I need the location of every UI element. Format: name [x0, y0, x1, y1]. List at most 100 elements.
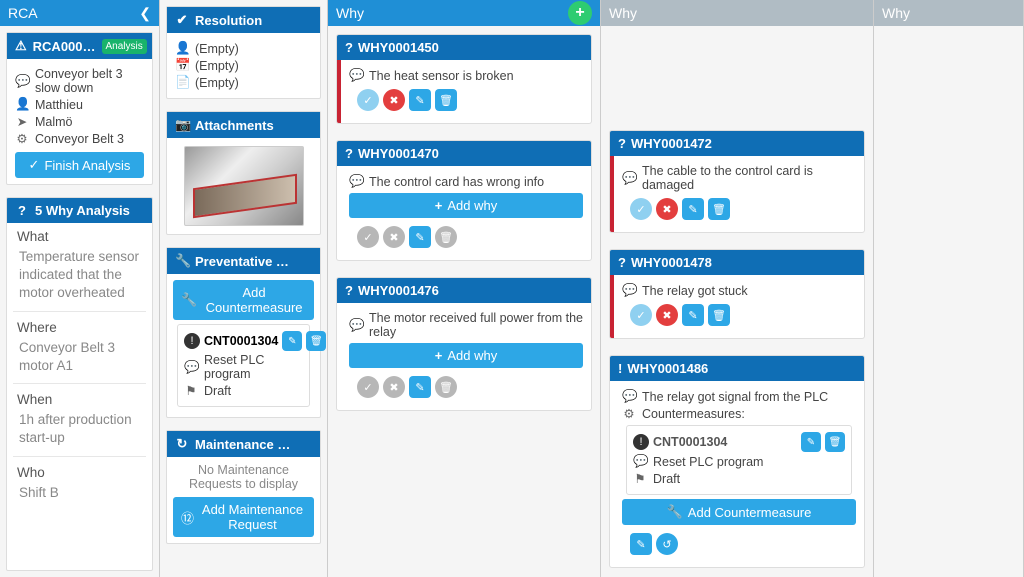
- revert-button[interactable]: ↺: [656, 533, 678, 555]
- reject-button[interactable]: ✖: [383, 89, 405, 111]
- add-countermeasure-button[interactable]: 🔧 Add Countermeasure: [173, 280, 314, 320]
- add-countermeasure-inline-button[interactable]: 🔧Add Countermeasure: [622, 499, 856, 525]
- finish-analysis-button[interactable]: ✓ Finish Analysis: [15, 152, 144, 178]
- what-label: What: [7, 223, 152, 246]
- why-card: ?WHY0001472 💬The cable to the control ca…: [609, 130, 865, 233]
- calendar-icon: 📅: [175, 58, 189, 73]
- check-icon: ✓: [29, 157, 40, 173]
- attachments-panel: 📷Attachments: [166, 111, 321, 235]
- edit-button[interactable]: ✎: [409, 376, 431, 398]
- comment-icon: 💬: [622, 171, 636, 186]
- when-text: 1h after production start-up: [7, 409, 152, 453]
- rca-header: RCA ❮: [0, 0, 159, 26]
- comment-icon: 💬: [622, 283, 636, 298]
- edit-button[interactable]: ✎: [409, 226, 431, 248]
- user-icon: 👤: [15, 97, 29, 112]
- five-why-body: What Temperature sensor indicated that t…: [7, 223, 152, 508]
- rca-id: RCA000…: [33, 39, 96, 54]
- rca-card-head: ⚠ RCA000… Analysis: [7, 33, 152, 59]
- wrench-icon: 🔧: [181, 292, 197, 308]
- reject-button[interactable]: ✖: [656, 304, 678, 326]
- countermeasure-card: ! CNT0001304 ✎ 🗑 💬Reset PLC program ⚑Dra…: [626, 425, 852, 495]
- flag-icon: ⚑: [184, 383, 198, 398]
- alert-icon: !: [633, 434, 649, 450]
- edit-button[interactable]: ✎: [682, 304, 704, 326]
- gear-icon: ⚙: [622, 406, 636, 421]
- what-text: Temperature sensor indicated that the mo…: [7, 246, 152, 309]
- wrench-icon: 🔧: [175, 253, 189, 269]
- gear-icon: ⚙: [15, 131, 29, 146]
- cm-id: CNT0001304: [204, 334, 278, 348]
- attachment-thumbnail[interactable]: [184, 146, 304, 226]
- image-icon: 📷: [175, 117, 189, 133]
- why-header-2: Why: [601, 0, 873, 26]
- comment-icon: 💬: [349, 174, 363, 189]
- why-card: ?WHY0001470 💬The control card has wrong …: [336, 140, 592, 261]
- where-label: Where: [7, 314, 152, 337]
- approve-button[interactable]: ✓: [630, 304, 652, 326]
- preventative-panel: 🔧Preventative … 🔧 Add Countermeasure ! C…: [166, 247, 321, 418]
- when-label: When: [7, 386, 152, 409]
- add-why-inline-button[interactable]: + Add why: [349, 193, 583, 218]
- why-header-1: Why +: [328, 0, 600, 26]
- edit-cm-button[interactable]: ✎: [282, 331, 302, 351]
- delete-button[interactable]: 🗑: [435, 226, 457, 248]
- delete-button[interactable]: 🗑: [435, 376, 457, 398]
- why-card-root: !WHY0001486 💬The relay got signal from t…: [609, 355, 865, 568]
- comment-icon: 💬: [349, 318, 363, 333]
- edit-cm-button[interactable]: ✎: [801, 432, 821, 452]
- question-icon: ?: [15, 203, 29, 218]
- edit-button[interactable]: ✎: [409, 89, 431, 111]
- approve-button[interactable]: ✓: [357, 226, 379, 248]
- collapse-left-icon[interactable]: ❮: [139, 5, 151, 22]
- delete-button[interactable]: 🗑: [708, 198, 730, 220]
- rca-title: RCA: [8, 5, 38, 21]
- add-why-inline-button[interactable]: + Add why: [349, 343, 583, 368]
- rca-equipment: Conveyor Belt 3: [35, 132, 124, 146]
- wrench-icon: 🔧: [667, 504, 683, 520]
- flag-icon: ⚑: [633, 471, 647, 486]
- note-icon: 📄: [175, 75, 189, 90]
- maintenance-empty: No Maintenance Requests to display: [167, 457, 320, 497]
- why-card: ?WHY0001450 💬The heat sensor is broken ✓…: [336, 34, 592, 124]
- rca-site: Malmö: [35, 115, 73, 129]
- refresh-icon: ↻: [175, 436, 189, 452]
- comment-icon: 💬: [184, 360, 198, 375]
- delete-button[interactable]: 🗑: [708, 304, 730, 326]
- why-header-3: Why: [874, 0, 1023, 26]
- comment-icon: 💬: [633, 454, 647, 469]
- comment-icon: 💬: [349, 68, 363, 83]
- approve-button[interactable]: ✓: [357, 376, 379, 398]
- why-card: ?WHY0001476 💬The motor received full pow…: [336, 277, 592, 411]
- five-why-head: ? 5 Why Analysis: [7, 198, 152, 223]
- add-maintenance-button[interactable]: ⑫ Add Maintenance Request: [173, 497, 314, 537]
- delete-cm-button[interactable]: 🗑: [825, 432, 845, 452]
- delete-cm-button[interactable]: 🗑: [306, 331, 326, 351]
- rca-issue: Conveyor belt 3 slow down: [35, 67, 144, 95]
- delete-button[interactable]: 🗑: [435, 89, 457, 111]
- who-text: Shift B: [7, 482, 152, 508]
- why-card: ?WHY0001478 💬The relay got stuck ✓ ✖ ✎ 🗑: [609, 249, 865, 339]
- alert-icon: !: [184, 333, 200, 349]
- comment-icon: 💬: [15, 74, 29, 89]
- reject-button[interactable]: ✖: [383, 226, 405, 248]
- plus-icon: ⑫: [181, 508, 194, 527]
- who-label: Who: [7, 459, 152, 482]
- countermeasure-card: ! CNT0001304 ✎ 🗑 💬Reset PLC program ⚑Dra…: [177, 324, 310, 407]
- rca-status-badge: Analysis: [102, 39, 147, 54]
- edit-button[interactable]: ✎: [630, 533, 652, 555]
- user-icon: 👤: [175, 41, 189, 56]
- approve-button[interactable]: ✓: [357, 89, 379, 111]
- rca-card: ⚠ RCA000… Analysis 💬 Conveyor belt 3 slow…: [6, 32, 153, 185]
- reject-button[interactable]: ✖: [656, 198, 678, 220]
- approve-button[interactable]: ✓: [630, 198, 652, 220]
- where-text: Conveyor Belt 3 motor A1: [7, 337, 152, 381]
- edit-button[interactable]: ✎: [682, 198, 704, 220]
- maintenance-panel: ↻Maintenance … No Maintenance Requests t…: [166, 430, 321, 544]
- check-circle-icon: ✔: [175, 12, 189, 28]
- reject-button[interactable]: ✖: [383, 376, 405, 398]
- comment-icon: 💬: [622, 389, 636, 404]
- location-icon: ➤: [15, 114, 29, 129]
- resolution-panel: ✔Resolution 👤(Empty) 📅(Empty) 📄(Empty): [166, 6, 321, 99]
- add-why-button[interactable]: +: [568, 1, 592, 25]
